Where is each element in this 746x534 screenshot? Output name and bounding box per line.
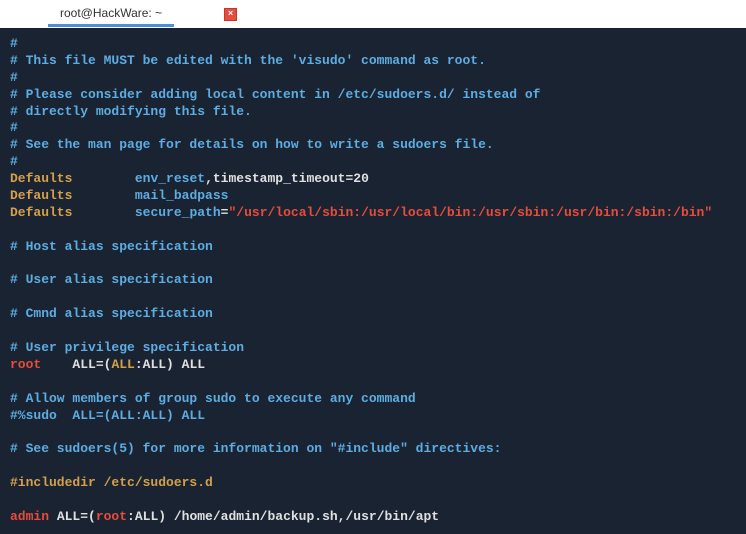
- root-privilege-line: root ALL=(ALL:ALL) ALL: [10, 357, 736, 374]
- comment-line: # This file MUST be edited with the 'vis…: [10, 53, 736, 70]
- comment-line: # See the man page for details on how to…: [10, 137, 736, 154]
- comment-line: #: [10, 154, 736, 171]
- comment-line: # Host alias specification: [10, 239, 736, 256]
- terminal-content[interactable]: # # This file MUST be edited with the 'v…: [0, 28, 746, 534]
- titlebar: root@HackWare: ~ ×: [0, 0, 746, 28]
- comment-line: #%sudo ALL=(ALL:ALL) ALL: [10, 408, 736, 425]
- blank-line: [10, 289, 736, 306]
- comment-line: #: [10, 70, 736, 87]
- blank-line: [10, 374, 736, 391]
- comment-line: #: [10, 36, 736, 53]
- blank-line: [10, 222, 736, 239]
- close-button[interactable]: ×: [224, 8, 237, 21]
- blank-line: [10, 424, 736, 441]
- terminal-tab[interactable]: root@HackWare: ~: [48, 2, 174, 27]
- comment-line: #: [10, 120, 736, 137]
- close-icon: ×: [228, 9, 233, 19]
- blank-line: [10, 323, 736, 340]
- comment-line: # directly modifying this file.: [10, 104, 736, 121]
- defaults-line: Defaults env_reset,timestamp_timeout=20: [10, 171, 736, 188]
- comment-line: # Please consider adding local content i…: [10, 87, 736, 104]
- blank-line: [10, 256, 736, 273]
- admin-privilege-line: admin ALL=(root:ALL) /home/admin/backup.…: [10, 509, 736, 526]
- comment-line: # Cmnd alias specification: [10, 306, 736, 323]
- blank-line: [10, 492, 736, 509]
- includedir-line: #includedir /etc/sudoers.d: [10, 475, 736, 492]
- comment-line: # User privilege specification: [10, 340, 736, 357]
- defaults-line: Defaults mail_badpass: [10, 188, 736, 205]
- defaults-line: Defaults secure_path="/usr/local/sbin:/u…: [10, 205, 736, 222]
- comment-line: # Allow members of group sudo to execute…: [10, 391, 736, 408]
- blank-line: [10, 458, 736, 475]
- comment-line: # See sudoers(5) for more information on…: [10, 441, 736, 458]
- comment-line: # User alias specification: [10, 272, 736, 289]
- tab-title: root@HackWare: ~: [60, 6, 162, 20]
